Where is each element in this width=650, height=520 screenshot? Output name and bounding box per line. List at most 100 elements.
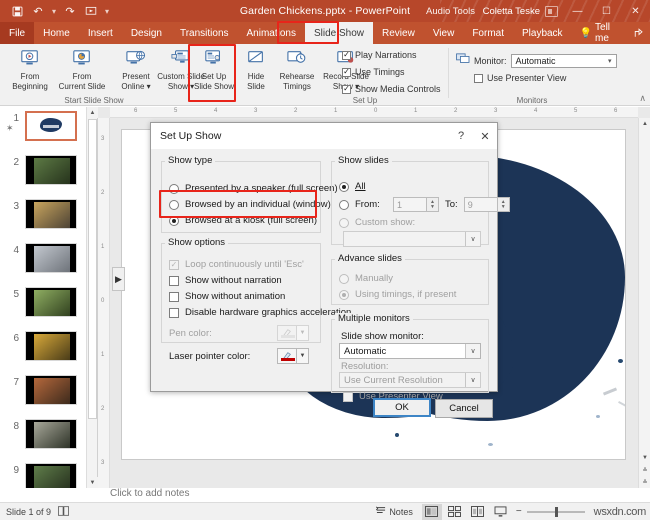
radio-presented-by-speaker[interactable]: Presented by a speaker (full screen) [169, 183, 338, 194]
laser-color-picker[interactable]: ▼ [277, 348, 309, 364]
checkbox-play-narrations[interactable]: ✓ Play Narrations [342, 50, 441, 60]
from-spinner[interactable]: 1 ▲ ▼ [393, 197, 439, 212]
thumbnail-slide-8[interactable]: 8 [0, 417, 97, 459]
slide-show-icon[interactable] [491, 504, 511, 520]
tell-me-box[interactable]: 💡 Tell me [572, 22, 629, 44]
thumbnail-scrollbar[interactable]: ▲ ▼ [86, 107, 98, 488]
thumbnail-image [25, 111, 77, 141]
ruler-tick: 0 [101, 298, 105, 304]
ribbon-button-hide-slide[interactable]: Hide Slide [239, 46, 273, 96]
zoom-slider-handle[interactable] [554, 506, 558, 517]
tab-file[interactable]: File [0, 22, 35, 44]
ribbon-button-from-current-slide[interactable]: From Current Slide [56, 46, 108, 96]
tab-review[interactable]: Review [373, 22, 424, 44]
thumbnail-number: 6 [13, 333, 19, 344]
radio-all-slides[interactable]: All [339, 181, 366, 192]
checkbox-show-without-animation[interactable]: Show without animation [169, 291, 285, 302]
checkbox-disable-hardware-acceleration[interactable]: Disable hardware graphics acceleration [169, 307, 351, 318]
from-current-slide-icon [71, 46, 93, 72]
thumbnail-number: 8 [13, 421, 19, 432]
notes-toggle[interactable]: Notes [376, 506, 413, 517]
pen-color-picker[interactable]: ▼ [277, 325, 309, 341]
btn-label-l2: Slide [247, 81, 265, 91]
checkbox-show-without-narration[interactable]: Show without narration [169, 275, 282, 286]
thumbnail-slide-1[interactable]: 1 ✶ [0, 109, 97, 151]
thumbnail-slide-4[interactable]: 4 [0, 241, 97, 283]
slide-sorter-icon[interactable] [445, 504, 465, 520]
scrollbar-thumb[interactable] [88, 119, 97, 419]
scroll-up-icon[interactable]: ▲ [87, 107, 98, 118]
ribbon-button-rehearse-timings[interactable]: Rehearse Timings [274, 46, 320, 96]
checkbox-loop-continuously[interactable]: ✓ Loop continuously until 'Esc' [169, 259, 304, 270]
scroll-down-icon[interactable]: ▼ [87, 477, 98, 488]
tab-format[interactable]: Format [463, 22, 513, 44]
account-area[interactable]: Coletta Teske [483, 0, 558, 22]
scroll-up-icon[interactable]: ▲ [639, 118, 650, 130]
checkbox-show-media-controls[interactable]: ✓ Show Media Controls [342, 84, 441, 94]
thumbnail-photo [34, 290, 70, 316]
tab-insert[interactable]: Insert [79, 22, 122, 44]
normal-view-icon[interactable] [421, 503, 442, 520]
ok-button[interactable]: OK [373, 398, 431, 417]
tab-animations[interactable]: Animations [238, 22, 305, 44]
tab-slide-show[interactable]: Slide Show [304, 22, 374, 44]
thumbnail-slide-9[interactable]: 9 [0, 461, 97, 488]
collapse-ribbon-icon[interactable]: ∧ [639, 93, 646, 104]
ruler-tick: 2 [454, 108, 458, 114]
ribbon-button-set-up-slide-show[interactable]: Set Up Slide Show [190, 46, 238, 96]
outline-pane-toggle[interactable]: ▶ [112, 267, 125, 292]
resolution-label: Resolution: [341, 361, 389, 372]
fit-slide-icon[interactable]: ▼ [639, 452, 650, 464]
thumbnail-slide-5[interactable]: 5 [0, 285, 97, 327]
thumbnail-slide-3[interactable]: 3 [0, 197, 97, 239]
radio-advance-using-timings[interactable]: Using timings, if present [339, 289, 456, 300]
radio-advance-manually[interactable]: Manually [339, 273, 393, 284]
dialog-close-icon[interactable]: ✕ [473, 123, 497, 149]
ink-speck [595, 414, 600, 418]
editor-vertical-scrollbar[interactable]: ▲ ▼ ≛ ≛ [638, 118, 650, 488]
thumbnail-slide-6[interactable]: 6 [0, 329, 97, 371]
previous-slide-icon[interactable]: ≛ [639, 464, 650, 476]
chevron-down-icon: ∨ [465, 373, 480, 387]
tab-design[interactable]: Design [122, 22, 171, 44]
thumbnail-photo [34, 422, 70, 448]
monitor-combo[interactable]: Automatic ▾ [510, 54, 617, 68]
thumbnail-photo [34, 466, 70, 488]
resolution-combo[interactable]: Use Current Resolution ∨ [339, 372, 481, 388]
help-icon[interactable]: ? [449, 123, 473, 149]
close-button[interactable]: ✕ [621, 0, 650, 22]
ruler-tick: 2 [101, 406, 105, 412]
notes-page-icon[interactable] [58, 505, 70, 518]
to-spinner[interactable]: 9 ▲ ▼ [463, 197, 510, 212]
zoom-slider[interactable] [526, 506, 585, 517]
thumbnail-slide-7[interactable]: 7 [0, 373, 97, 415]
radio-from[interactable] [339, 199, 349, 210]
tab-view[interactable]: View [424, 22, 464, 44]
thumbnail-slide-2[interactable]: 2 [0, 153, 97, 195]
custom-show-combo[interactable]: ∨ [343, 231, 481, 247]
minimize-button[interactable]: — [563, 0, 592, 22]
notes-pane[interactable]: Click to add notes [98, 488, 650, 502]
slide-show-monitor-combo[interactable]: Automatic ∨ [339, 343, 481, 359]
ribbon-group-set-up: Set Up Slide Show Hide Slide Rehearse Timin… [190, 44, 377, 106]
slide-thumbnail-pane[interactable]: 1 ✶ 2 3 4 5 6 7 8 9 [0, 107, 98, 488]
radio-browsed-at-kiosk[interactable]: Browsed at a kiosk (full screen) [169, 215, 317, 226]
checkbox-use-timings[interactable]: ✓ Use Timings [342, 67, 441, 77]
share-icon[interactable] [628, 22, 650, 44]
checkbox-use-presenter-view-ribbon[interactable]: Use Presenter View [474, 73, 566, 83]
ruler-tick: 5 [574, 108, 578, 114]
rehearse-timings-icon [286, 46, 308, 72]
radio-custom-show[interactable]: Custom show: [339, 217, 415, 228]
to-value: 9 [463, 197, 498, 212]
tab-transitions[interactable]: Transitions [171, 22, 238, 44]
zoom-out-button[interactable]: − [514, 506, 524, 517]
tab-playback[interactable]: Playback [513, 22, 572, 44]
reading-view-icon[interactable] [468, 504, 488, 520]
maximize-button[interactable]: ☐ [592, 0, 621, 22]
cancel-button[interactable]: Cancel [435, 399, 493, 418]
ribbon-button-from-beginning[interactable]: From Beginning [4, 46, 56, 96]
tab-home[interactable]: Home [34, 22, 79, 44]
chevron-down-icon: ∨ [465, 232, 480, 246]
radio-browsed-by-individual[interactable]: Browsed by an individual (window) [169, 199, 331, 210]
next-slide-icon[interactable]: ≛ [639, 476, 650, 488]
